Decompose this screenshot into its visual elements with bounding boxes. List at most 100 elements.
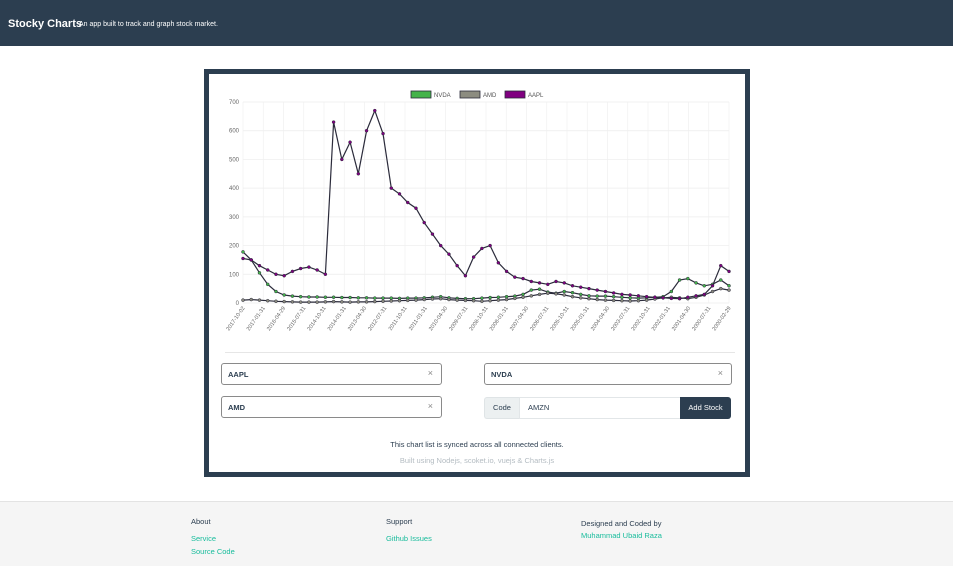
data-point-nvda: [628, 296, 632, 300]
data-point-nvda: [356, 296, 361, 300]
data-point-nvda: [719, 278, 723, 282]
data-point-aapl: [356, 172, 361, 176]
data-point-nvda: [307, 295, 311, 299]
app-brand[interactable]: Stocky Charts: [8, 18, 82, 30]
data-point-amd: [546, 291, 550, 295]
remove-icon[interactable]: ×: [428, 368, 433, 378]
data-point-aapl: [578, 285, 583, 289]
data-point-aapl: [727, 269, 731, 274]
service-link[interactable]: Service: [191, 534, 235, 543]
data-point-amd: [274, 299, 278, 304]
data-point-aapl: [661, 296, 665, 300]
data-point-aapl: [389, 186, 394, 190]
add-stock-button[interactable]: Add Stock: [680, 397, 731, 419]
data-point-aapl: [282, 273, 286, 278]
source-code-link[interactable]: Source Code: [191, 547, 235, 556]
footer-about: About Service Source Code: [191, 517, 235, 556]
data-point-amd: [397, 298, 402, 303]
github-issues-link[interactable]: Github Issues: [386, 534, 432, 543]
data-point-amd: [348, 300, 352, 304]
stock-chart: 0 100 200 300 400 500 600 700 2017-10-02 2017-01-…: [226, 90, 733, 332]
y-tick-label: 200: [229, 244, 240, 250]
footer: About Service Source Code Support Github…: [0, 501, 953, 566]
x-tick-label: 2006-07-31: [529, 306, 550, 332]
y-tick-label: 400: [229, 186, 240, 192]
divider: [225, 352, 735, 353]
data-point-amd: [603, 298, 608, 302]
data-point-amd: [578, 296, 583, 300]
x-tick-label: 2016-04-29: [266, 306, 287, 332]
data-point-aapl: [719, 263, 723, 268]
data-point-amd: [644, 298, 649, 302]
data-point-aapl: [315, 268, 319, 272]
data-point-aapl: [381, 131, 385, 136]
x-tick-label: 2014-10-31: [307, 306, 328, 332]
data-point-aapl: [595, 288, 599, 292]
x-tick-label: 2008-10-31: [469, 306, 490, 332]
data-point-nvda: [603, 294, 608, 298]
data-point-nvda: [257, 271, 262, 275]
data-point-aapl: [570, 284, 575, 288]
data-point-amd: [430, 297, 435, 301]
data-point-amd: [282, 299, 286, 304]
stock-chip-label: AAPL: [228, 370, 249, 379]
data-point-nvda: [702, 284, 707, 288]
x-tick-label: 2017-10-02: [226, 306, 247, 332]
footer-heading: Support: [386, 517, 413, 526]
stock-chip-aapl: AAPL ×: [221, 363, 442, 385]
data-point-nvda: [727, 284, 731, 288]
remove-icon[interactable]: ×: [428, 401, 433, 411]
data-point-amd: [356, 300, 361, 304]
data-point-amd: [298, 300, 303, 304]
top-navbar: Stocky Charts An app built to track and …: [0, 0, 953, 46]
data-point-nvda: [274, 289, 278, 294]
data-point-nvda: [521, 292, 525, 297]
x-tick-label: 2017-01-31: [246, 306, 267, 332]
data-point-nvda: [381, 296, 385, 300]
data-point-nvda: [595, 294, 599, 298]
x-tick-label: 2000-07-31: [691, 306, 712, 332]
data-point-aapl: [307, 265, 311, 269]
stock-chip-label: AMD: [228, 403, 246, 412]
data-point-aapl: [364, 128, 369, 133]
built-with-note: Built using Nodejs, scoket.io, vuejs & C…: [399, 456, 555, 465]
data-point-aapl: [422, 220, 426, 225]
author-link[interactable]: Muhammad Ubaid Raza: [581, 531, 662, 540]
data-point-aapl: [331, 120, 336, 124]
data-point-amd: [414, 298, 418, 302]
x-tick-label: 2004-04-30: [590, 306, 611, 332]
data-point-amd: [340, 300, 344, 304]
data-point-aapl: [430, 232, 435, 236]
data-point-amd: [463, 298, 468, 303]
data-point-aapl: [694, 294, 698, 298]
footer-heading: Designed and Coded by: [581, 519, 662, 528]
data-point-aapl: [546, 282, 550, 287]
data-point-aapl: [686, 295, 690, 300]
data-point-nvda: [504, 294, 509, 299]
data-point-amd: [290, 300, 295, 304]
data-point-aapl: [677, 296, 682, 301]
data-point-aapl: [587, 286, 591, 291]
data-point-aapl: [496, 261, 501, 265]
data-point-nvda: [496, 295, 501, 300]
data-point-amd: [496, 298, 501, 302]
footer-credits: Designed and Coded by Muhammad Ubaid Raz…: [581, 519, 662, 540]
data-point-nvda: [265, 282, 270, 287]
data-point-aapl: [710, 284, 715, 288]
stock-code-input[interactable]: AMZN: [519, 397, 681, 419]
data-point-nvda: [348, 295, 352, 300]
data-point-amd: [241, 298, 245, 302]
x-tick-label: 2002-10-31: [631, 306, 652, 332]
main-panel: 0 100 200 300 400 500 600 700 2017-10-02 2017-01-…: [204, 69, 750, 477]
data-point-amd: [727, 288, 731, 292]
data-point-amd: [257, 298, 262, 302]
data-point-amd: [562, 293, 567, 297]
data-point-nvda: [562, 289, 567, 294]
data-point-aapl: [554, 279, 558, 284]
remove-icon[interactable]: ×: [718, 368, 723, 378]
x-tick-label: 2011-10-31: [388, 306, 409, 332]
data-point-aapl: [488, 243, 492, 248]
data-point-aapl: [274, 272, 278, 277]
data-point-amd: [570, 294, 575, 299]
y-tick-label: 0: [236, 301, 240, 307]
